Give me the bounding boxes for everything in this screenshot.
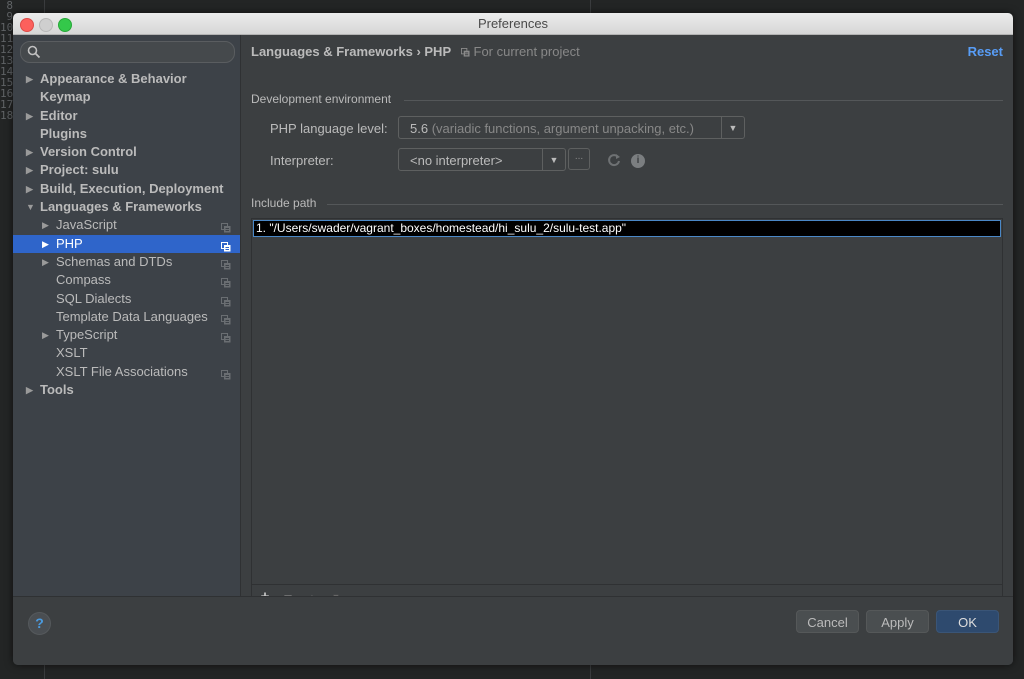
project-scope-icon bbox=[221, 294, 231, 307]
project-scope-icon bbox=[460, 48, 470, 57]
project-scope-icon bbox=[221, 330, 231, 343]
php-level-hint: (variadic functions, argument unpacking,… bbox=[431, 121, 695, 136]
project-scope-icon bbox=[221, 367, 231, 380]
ok-button[interactable]: OK bbox=[936, 610, 999, 633]
window-title: Preferences bbox=[477, 16, 549, 31]
scope-label: For current project bbox=[473, 44, 580, 59]
sidebar-item-label: SQL Dialects bbox=[56, 290, 132, 306]
info-icon[interactable]: i bbox=[631, 154, 645, 168]
sidebar-item-appearance-behavior[interactable]: ▶ Appearance & Behavior bbox=[13, 70, 240, 88]
sidebar-item-php[interactable]: ▶ PHP bbox=[13, 234, 240, 253]
sidebar-item-label: Version Control bbox=[40, 144, 137, 160]
php-level-select[interactable]: 5.6 (variadic functions, argument unpack… bbox=[398, 116, 745, 139]
help-button[interactable]: ? bbox=[28, 612, 51, 635]
sidebar-item-label: Compass bbox=[56, 272, 111, 288]
chevron-down-icon[interactable]: ▼ bbox=[542, 149, 565, 170]
php-level-label: PHP language level: bbox=[270, 121, 388, 136]
scope-indicator: For current project bbox=[460, 44, 580, 59]
include-path-group-label: Include path bbox=[251, 196, 317, 210]
apply-button[interactable]: Apply bbox=[866, 610, 929, 633]
sidebar-item-xslt-file-associations[interactable]: XSLT File Associations bbox=[13, 363, 240, 381]
sidebar-item-typescript[interactable]: ▶ TypeScript bbox=[13, 326, 240, 344]
sidebar-item-label: JavaScript bbox=[56, 217, 117, 233]
sidebar-item-label: Project: sulu bbox=[40, 162, 119, 178]
chevron-right-icon[interactable]: ▶ bbox=[26, 70, 33, 88]
sidebar-item-label: Tools bbox=[40, 382, 74, 398]
chevron-down-icon[interactable]: ▼ bbox=[721, 117, 744, 138]
project-scope-icon bbox=[221, 239, 231, 252]
chevron-right-icon[interactable]: ▶ bbox=[26, 107, 33, 125]
title-bar[interactable]: Preferences bbox=[13, 13, 1013, 35]
interpreter-label: Interpreter: bbox=[270, 153, 334, 168]
dialog-footer: ? Cancel Apply OK bbox=[13, 596, 1013, 665]
group-separator bbox=[404, 100, 1003, 101]
sidebar-item-label: Plugins bbox=[40, 125, 87, 141]
group-separator bbox=[327, 204, 1003, 205]
sidebar-item-version-control[interactable]: ▶ Version Control bbox=[13, 143, 240, 161]
sidebar-item-label: PHP bbox=[56, 235, 83, 251]
editor-line-numbers: 8 9 10 11 12 13 14 15 16 17 18 bbox=[0, 0, 14, 679]
sidebar-item-label: Keymap bbox=[40, 89, 91, 105]
chevron-right-icon[interactable]: ▶ bbox=[26, 143, 33, 161]
sidebar-item-build-execution-deployment[interactable]: ▶ Build, Execution, Deployment bbox=[13, 180, 240, 198]
project-scope-icon bbox=[221, 312, 231, 325]
sidebar-item-keymap[interactable]: Keymap bbox=[13, 88, 240, 106]
sidebar-item-label: XSLT File Associations bbox=[56, 363, 188, 379]
chevron-right-icon[interactable]: ▶ bbox=[42, 253, 49, 271]
php-level-value: 5.6 bbox=[410, 121, 429, 136]
chevron-right-icon[interactable]: ▶ bbox=[42, 235, 49, 253]
chevron-right-icon[interactable]: ▶ bbox=[42, 326, 49, 344]
settings-search-input[interactable] bbox=[20, 41, 235, 63]
sidebar-item-label: Build, Execution, Deployment bbox=[40, 180, 224, 196]
dev-env-group-label: Development environment bbox=[251, 92, 392, 106]
sidebar-item-schemas-and-dtds[interactable]: ▶ Schemas and DTDs bbox=[13, 253, 240, 271]
chevron-down-icon[interactable]: ▼ bbox=[26, 198, 35, 216]
include-path-item[interactable]: 1. "/Users/swader/vagrant_boxes/homestea… bbox=[253, 220, 1001, 237]
chevron-right-icon[interactable]: ▶ bbox=[26, 381, 33, 399]
browse-interpreter-button[interactable]: ... bbox=[568, 148, 590, 170]
sidebar-item-plugins[interactable]: Plugins bbox=[13, 125, 240, 143]
refresh-icon[interactable] bbox=[606, 152, 622, 168]
interpreter-select[interactable]: <no interpreter> ▼ bbox=[398, 148, 566, 171]
settings-sidebar: ▶ Appearance & Behavior Keymap ▶ Editor Plugi… bbox=[13, 35, 241, 596]
php-settings-panel: Languages & Frameworks › PHP For current… bbox=[241, 35, 1013, 611]
interpreter-value: <no interpreter> bbox=[410, 153, 503, 168]
sidebar-item-languages-frameworks[interactable]: ▼ Languages & Frameworks bbox=[13, 198, 240, 216]
preferences-dialog: Preferences ▶ Appearance & Behavior Keymap… bbox=[13, 13, 1013, 665]
sidebar-item-label: Schemas and DTDs bbox=[56, 253, 173, 269]
project-scope-icon bbox=[221, 257, 231, 270]
sidebar-item-editor[interactable]: ▶ Editor bbox=[13, 107, 240, 125]
sidebar-item-xslt[interactable]: XSLT bbox=[13, 344, 240, 362]
chevron-right-icon[interactable]: ▶ bbox=[26, 161, 33, 179]
sidebar-item-javascript[interactable]: ▶ JavaScript bbox=[13, 216, 240, 234]
sidebar-item-template-data-languages[interactable]: Template Data Languages bbox=[13, 308, 240, 326]
sidebar-item-tools[interactable]: ▶ Tools bbox=[13, 381, 240, 399]
sidebar-item-label: Languages & Frameworks bbox=[40, 199, 202, 215]
chevron-right-icon[interactable]: ▶ bbox=[26, 180, 33, 198]
sidebar-item-label: Appearance & Behavior bbox=[40, 71, 187, 86]
chevron-right-icon[interactable]: ▶ bbox=[42, 216, 49, 234]
breadcrumb: Languages & Frameworks › PHP For current… bbox=[251, 44, 580, 59]
sidebar-item-sql-dialects[interactable]: SQL Dialects bbox=[13, 290, 240, 308]
breadcrumb-path: Languages & Frameworks › PHP bbox=[251, 44, 451, 59]
search-icon bbox=[27, 45, 41, 59]
reset-link[interactable]: Reset bbox=[968, 44, 1003, 59]
sidebar-item-label: TypeScript bbox=[56, 327, 118, 343]
settings-tree: ▶ Appearance & Behavior Keymap ▶ Editor Plugi… bbox=[13, 70, 240, 399]
line-number: 18 bbox=[0, 109, 14, 122]
project-scope-icon bbox=[221, 220, 231, 233]
sidebar-item-project-sulu[interactable]: ▶ Project: sulu bbox=[13, 161, 240, 179]
sidebar-item-compass[interactable]: Compass bbox=[13, 271, 240, 289]
cancel-button[interactable]: Cancel bbox=[796, 610, 859, 633]
sidebar-item-label: XSLT bbox=[56, 345, 88, 361]
sidebar-item-label: Template Data Languages bbox=[56, 308, 208, 324]
sidebar-item-label: Editor bbox=[40, 107, 78, 123]
project-scope-icon bbox=[221, 275, 231, 288]
include-path-list[interactable]: 1. "/Users/swader/vagrant_boxes/homestea… bbox=[251, 218, 1003, 611]
